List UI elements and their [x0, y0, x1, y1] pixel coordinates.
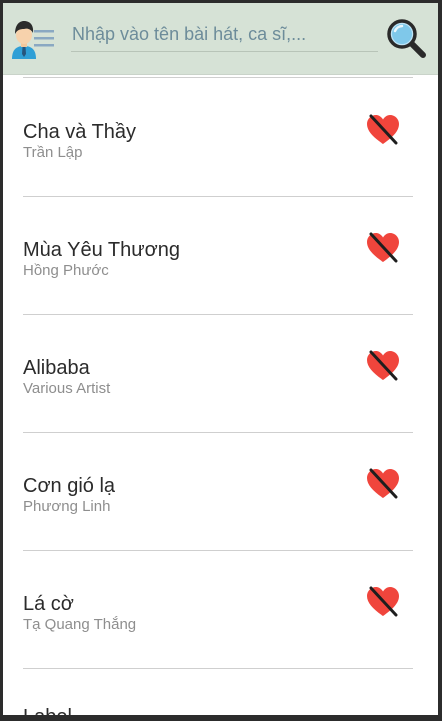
song-artist: Tạ Quang Thắng — [23, 616, 137, 633]
heart-crossed-icon[interactable] — [365, 467, 401, 501]
avatar-menu-icon[interactable] — [10, 19, 56, 59]
song-title: Cơn gió lạ — [23, 475, 116, 497]
list-divider — [23, 77, 413, 78]
song-row[interactable]: Lá cờ Tạ Quang Thắng — [3, 551, 438, 669]
song-title: Lá cờ — [23, 593, 74, 615]
song-artist: Trần Lập — [23, 144, 83, 161]
list-divider — [23, 668, 413, 669]
song-artist: Various Artist — [23, 380, 111, 397]
heart-crossed-icon[interactable] — [365, 231, 401, 265]
bottom-edge — [3, 715, 438, 718]
heart-crossed-icon[interactable] — [365, 585, 401, 619]
song-artist: Hồng Phước — [23, 262, 109, 279]
song-row[interactable]: Cha và Thầy Trần Lập — [3, 79, 438, 197]
song-title: Cha và Thầy — [23, 121, 137, 143]
magnifier-icon[interactable] — [385, 17, 427, 59]
song-row[interactable]: Alibaba Various Artist — [3, 315, 438, 433]
song-row[interactable]: Mùa Yêu Thương Hồng Phước — [3, 197, 438, 315]
heart-crossed-icon[interactable] — [365, 113, 401, 147]
header-bar — [3, 3, 438, 75]
app-frame: Cha và Thầy Trần Lập Mùa Yêu Thương Hồng… — [3, 3, 438, 718]
song-title: Alibaba — [23, 357, 90, 379]
song-artist: Phương Linh — [23, 498, 111, 515]
heart-crossed-icon[interactable] — [365, 349, 401, 383]
song-list[interactable]: Cha và Thầy Trần Lập Mùa Yêu Thương Hồng… — [3, 75, 438, 718]
search-input[interactable] — [71, 17, 378, 52]
song-row[interactable]: Cơn gió lạ Phương Linh — [3, 433, 438, 551]
song-title: Mùa Yêu Thương — [23, 239, 180, 261]
